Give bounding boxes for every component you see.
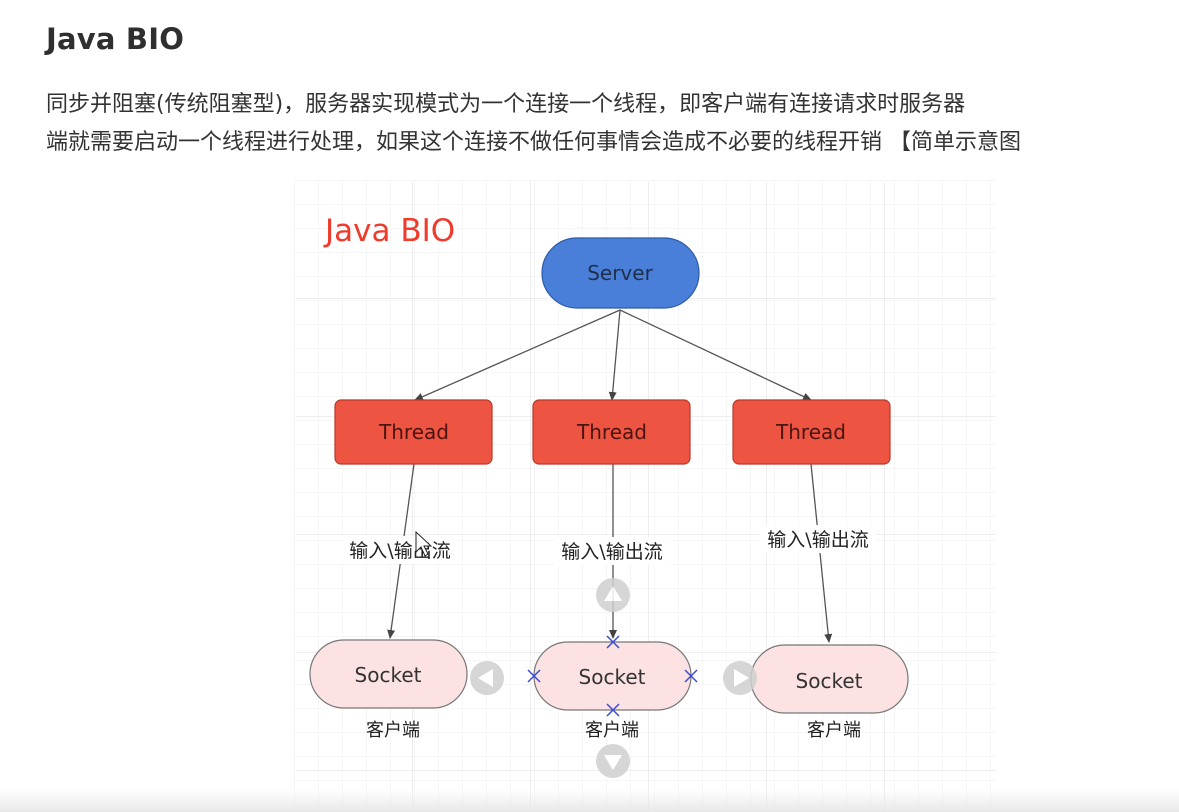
- diagram-title: Java BIO: [323, 213, 455, 249]
- thread-label-2: Thread: [576, 420, 647, 444]
- socket-label-1: Socket: [355, 663, 422, 687]
- socket-label-3: Socket: [796, 669, 863, 693]
- stream-label-2: 输入\输出流: [561, 541, 662, 563]
- thread-label-3: Thread: [775, 420, 846, 444]
- intro-line-1: 同步并阻塞(传统阻塞型)，服务器实现模式为一个连接一个线程，即客户端有连接请求时…: [46, 92, 966, 117]
- stream-label-group-2: 输入\输出流: [554, 537, 670, 565]
- bio-diagram: Java BIO Server Thread Thread Thread 输入\…: [294, 180, 996, 812]
- server-label: Server: [587, 261, 653, 285]
- thread-node-2[interactable]: Thread: [532, 399, 691, 465]
- intro-paragraph: 同步并阻塞(传统阻塞型)，服务器实现模式为一个连接一个线程，即客户端有连接请求时…: [46, 86, 1156, 162]
- arrow-up-icon[interactable]: [596, 578, 630, 612]
- bottom-fade: [0, 790, 1179, 812]
- socket-node-1[interactable]: Socket: [309, 639, 468, 709]
- page-title: Java BIO: [46, 22, 185, 56]
- socket-node-2[interactable]: Socket: [533, 641, 692, 711]
- socket-caption-3: 客户端: [807, 720, 861, 741]
- thread-node-1[interactable]: Thread: [334, 399, 493, 465]
- stream-label-group-3: 输入\输出流: [760, 525, 876, 553]
- diagram-canvas: Java BIO Server Thread Thread Thread 输入\…: [294, 180, 996, 812]
- socket-caption-1: 客户端: [366, 720, 420, 741]
- thread-label-1: Thread: [378, 420, 449, 444]
- socket-node-3[interactable]: Socket: [750, 644, 909, 714]
- arrow-down-icon[interactable]: [596, 744, 630, 778]
- socket-label-2: Socket: [579, 665, 646, 689]
- intro-line-2: 端就需要启动一个线程进行处理，如果这个连接不做任何事情会造成不必要的线程开销 【…: [46, 130, 1021, 155]
- thread-node-3[interactable]: Thread: [732, 399, 891, 465]
- socket-caption-2: 客户端: [585, 720, 639, 741]
- arrow-left-icon[interactable]: [470, 661, 504, 695]
- server-node[interactable]: Server: [541, 237, 700, 309]
- stream-label-group-1: 输入\输出流: [342, 536, 458, 564]
- arrow-right-icon[interactable]: [723, 661, 757, 695]
- stream-label-3: 输入\输出流: [767, 529, 868, 551]
- stream-label-1: 输入\输出流: [349, 540, 450, 562]
